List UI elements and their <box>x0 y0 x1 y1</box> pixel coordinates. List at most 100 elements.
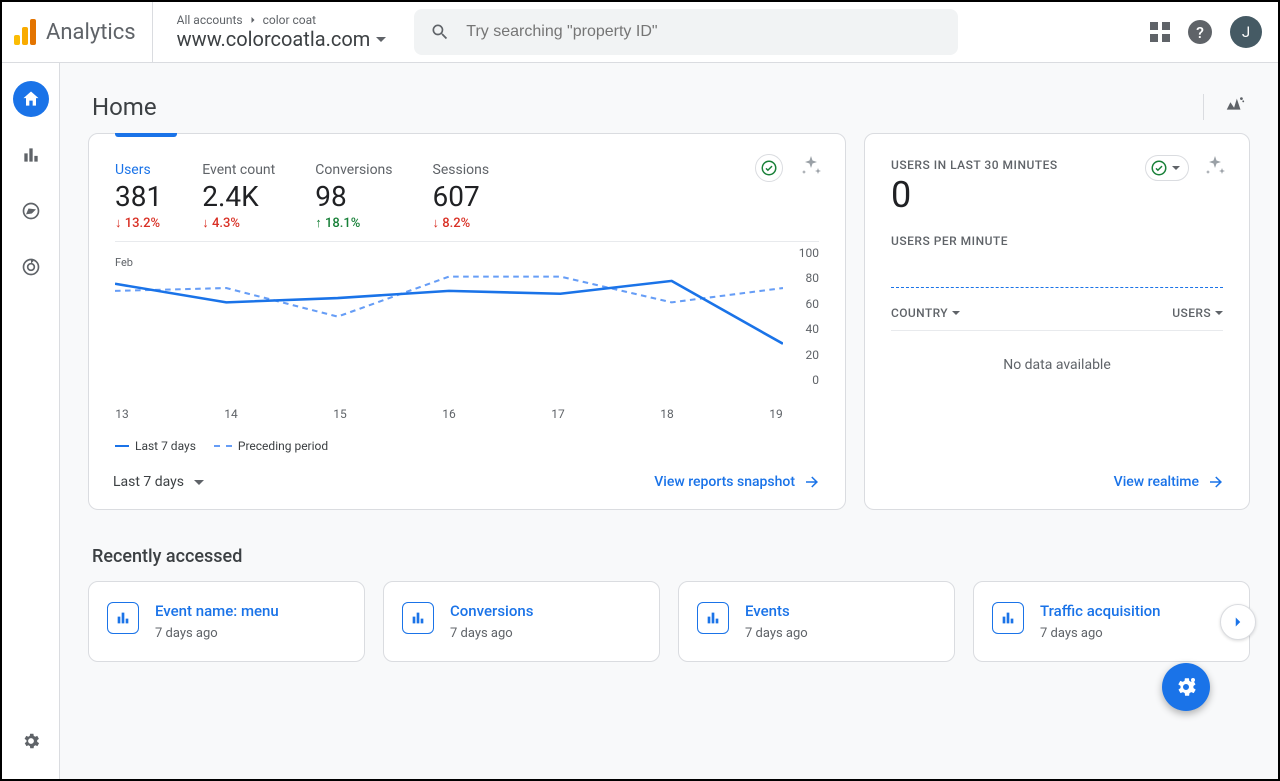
x-axis-month: Feb <box>115 256 133 269</box>
app-launcher-icon[interactable] <box>1150 22 1170 42</box>
nav-home[interactable] <box>13 81 49 117</box>
x-tick: 15 <box>333 407 347 421</box>
chevron-down-icon <box>194 480 204 485</box>
y-tick: 40 <box>806 322 820 336</box>
x-tick: 16 <box>442 407 456 421</box>
metric-delta: ↓ 8.2% <box>433 215 490 231</box>
report-icon <box>402 602 434 634</box>
arrow-right-icon <box>803 473 821 491</box>
recent-title: Conversions <box>450 602 533 620</box>
x-tick: 19 <box>769 407 783 421</box>
metric-sessions[interactable]: Sessions607↓ 8.2% <box>433 162 490 231</box>
x-tick: 17 <box>551 407 565 421</box>
insights-fab[interactable] <box>1162 663 1210 711</box>
gear-sparkle-icon <box>1174 675 1198 699</box>
search-input[interactable] <box>466 23 942 41</box>
customize-insights-button[interactable] <box>1203 154 1227 182</box>
insights-icon <box>1224 94 1246 116</box>
metric-label: Users <box>115 162 162 178</box>
recent-card[interactable]: Event name: menu7 days ago <box>88 581 365 662</box>
y-tick: 0 <box>812 373 819 387</box>
data-quality-badge[interactable] <box>755 154 783 182</box>
account-picker[interactable]: All accounts color coat www.colorcoatla.… <box>161 13 387 51</box>
target-icon <box>21 257 41 277</box>
view-realtime-link[interactable]: View realtime <box>1114 473 1225 491</box>
x-tick: 18 <box>660 407 674 421</box>
view-reports-snapshot-link[interactable]: View reports snapshot <box>654 473 821 491</box>
overview-card: Users381↓ 13.2% Event count2.4K↓ 4.3% Conv… <box>88 133 846 510</box>
recently-accessed-title: Recently accessed <box>88 510 1250 581</box>
arrow-right-icon <box>1207 473 1225 491</box>
y-tick: 20 <box>806 348 820 362</box>
recent-title: Traffic acquisition <box>1040 602 1161 620</box>
metric-value: 607 <box>433 178 490 215</box>
y-tick: 60 <box>806 297 820 311</box>
nav-explore[interactable] <box>13 193 49 229</box>
report-icon <box>697 602 729 634</box>
nav-advertising[interactable] <box>13 249 49 285</box>
realtime-country-header[interactable]: COUNTRY <box>891 306 960 320</box>
chevron-right-icon <box>1229 613 1247 631</box>
chevron-down-icon <box>1172 166 1180 170</box>
insights-button[interactable] <box>1203 94 1246 120</box>
recent-subtitle: 7 days ago <box>1040 620 1161 641</box>
recent-subtitle: 7 days ago <box>155 620 279 641</box>
metric-label: Conversions <box>315 162 392 178</box>
left-nav-rail <box>2 63 60 779</box>
recent-subtitle: 7 days ago <box>450 620 533 641</box>
help-icon[interactable]: ? <box>1188 20 1212 44</box>
nav-admin[interactable] <box>13 723 49 759</box>
metric-users[interactable]: Users381↓ 13.2% <box>115 162 162 231</box>
y-tick: 80 <box>806 271 820 285</box>
metric-conversions[interactable]: Conversions98↑ 18.1% <box>315 162 392 231</box>
recent-title: Events <box>745 602 808 620</box>
check-circle-icon <box>760 159 778 177</box>
metric-delta: ↓ 13.2% <box>115 215 162 231</box>
chevron-down-icon <box>1215 311 1223 315</box>
realtime-users-header[interactable]: USERS <box>1172 306 1223 320</box>
nav-reports[interactable] <box>13 137 49 173</box>
chart-line-current <box>115 281 783 344</box>
scroll-next-button[interactable] <box>1220 604 1256 640</box>
y-tick: 100 <box>799 246 819 260</box>
recent-card[interactable]: Events7 days ago <box>678 581 955 662</box>
metric-delta: ↓ 4.3% <box>202 215 275 231</box>
chevron-down-icon <box>952 311 960 315</box>
users-per-minute-chart <box>891 248 1223 288</box>
realtime-no-data: No data available <box>891 331 1223 399</box>
customize-insights-button[interactable] <box>799 154 823 182</box>
active-metric-indicator <box>115 133 177 137</box>
metric-value: 381 <box>115 178 162 215</box>
metric-label: Event count <box>202 162 275 178</box>
search-bar[interactable] <box>414 9 958 55</box>
property-name: www.colorcoatla.com <box>177 27 371 51</box>
home-icon <box>21 89 41 109</box>
realtime-subheading: USERS PER MINUTE <box>891 234 1223 248</box>
metric-value: 98 <box>315 178 392 215</box>
search-icon <box>430 22 450 42</box>
realtime-status-pill[interactable] <box>1145 155 1189 181</box>
date-range-picker[interactable]: Last 7 days <box>113 474 204 490</box>
chevron-down-icon <box>376 37 386 42</box>
account-avatar[interactable]: J <box>1230 16 1262 48</box>
product-logo[interactable]: Analytics <box>14 2 153 62</box>
x-tick: 14 <box>224 407 238 421</box>
sparkle-icon <box>1203 154 1227 178</box>
analytics-logo-icon <box>14 19 36 45</box>
metric-event-count[interactable]: Event count2.4K↓ 4.3% <box>202 162 275 231</box>
metric-value: 2.4K <box>202 178 275 215</box>
metric-label: Sessions <box>433 162 490 178</box>
recent-card[interactable]: Traffic acquisition7 days ago <box>973 581 1250 662</box>
bar-chart-icon <box>21 145 41 165</box>
legend-previous: Preceding period <box>214 439 328 453</box>
check-circle-icon <box>1150 159 1168 177</box>
chart-line-previous <box>115 277 783 317</box>
overview-chart: 100 80 60 40 20 0 13 14 15 16 17 18 19 Feb <box>115 241 819 421</box>
metric-delta: ↑ 18.1% <box>315 215 392 231</box>
gear-icon <box>21 731 41 751</box>
chevron-right-icon <box>247 14 259 26</box>
page-title: Home <box>92 93 157 121</box>
x-tick: 13 <box>115 407 129 421</box>
recently-accessed-list: Event name: menu7 days agoConversions7 d… <box>88 581 1250 662</box>
recent-card[interactable]: Conversions7 days ago <box>383 581 660 662</box>
